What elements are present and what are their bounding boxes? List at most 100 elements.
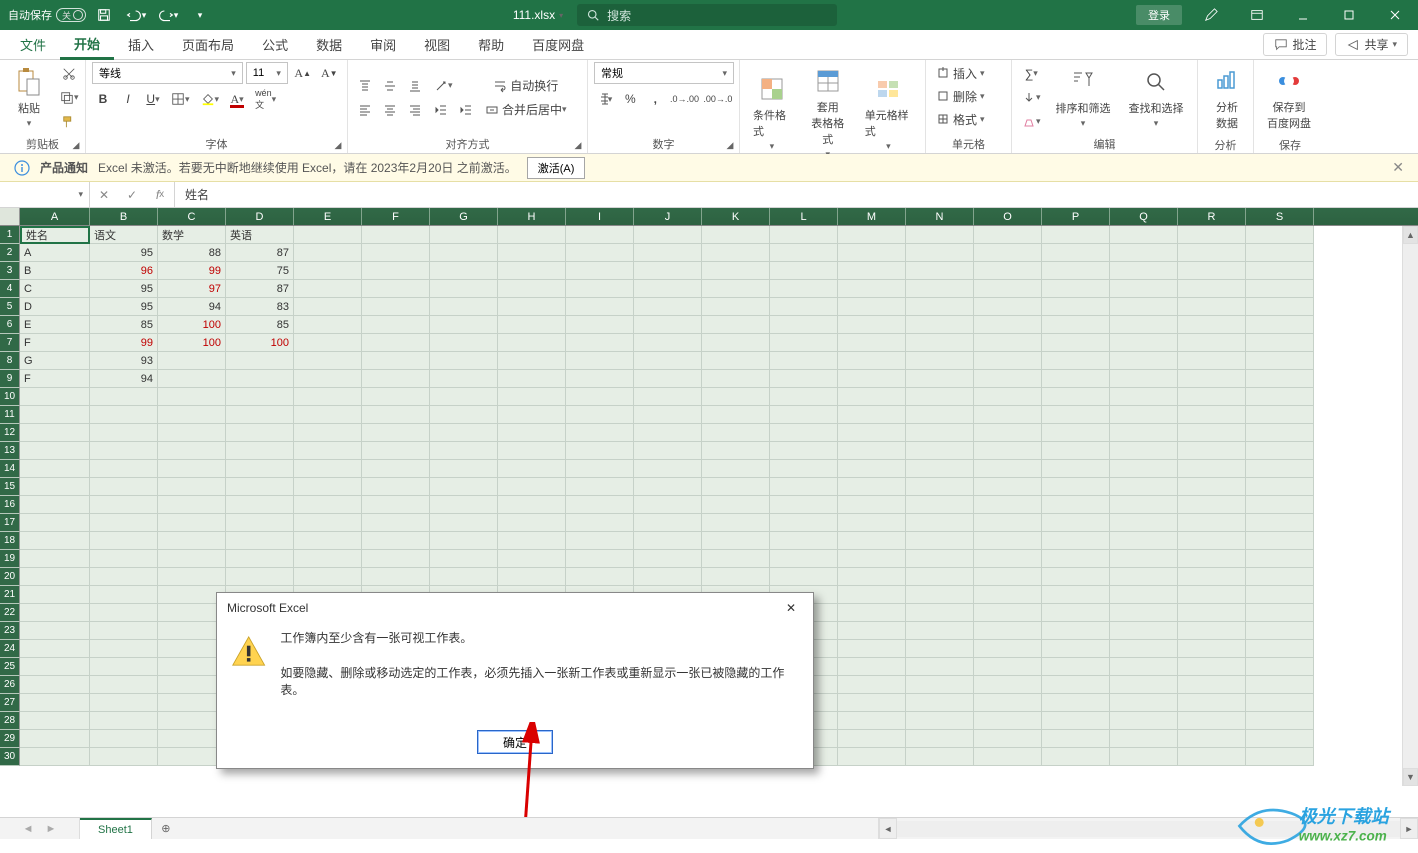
cell[interactable] — [498, 280, 566, 298]
cell[interactable] — [294, 262, 362, 280]
cell[interactable] — [974, 334, 1042, 352]
cell[interactable] — [634, 550, 702, 568]
cell[interactable] — [226, 388, 294, 406]
cell[interactable] — [634, 478, 702, 496]
col-header[interactable]: R — [1178, 208, 1246, 225]
cell[interactable] — [362, 370, 430, 388]
cell[interactable] — [158, 460, 226, 478]
cell[interactable] — [1246, 532, 1314, 550]
ribbon-options-icon[interactable] — [1234, 0, 1280, 30]
save-icon[interactable] — [90, 1, 118, 29]
cell[interactable] — [362, 226, 430, 244]
cell[interactable] — [1042, 478, 1110, 496]
cell[interactable] — [1042, 712, 1110, 730]
cell[interactable] — [1110, 622, 1178, 640]
cell[interactable] — [1042, 586, 1110, 604]
cell[interactable] — [634, 460, 702, 478]
cell[interactable] — [974, 604, 1042, 622]
cell[interactable] — [158, 352, 226, 370]
cell[interactable] — [20, 568, 90, 586]
cell[interactable] — [90, 658, 158, 676]
cell[interactable] — [158, 550, 226, 568]
cell[interactable] — [362, 244, 430, 262]
cell[interactable] — [1178, 298, 1246, 316]
cell[interactable] — [702, 442, 770, 460]
cell[interactable] — [1246, 586, 1314, 604]
cell[interactable] — [770, 226, 838, 244]
cell[interactable] — [1178, 370, 1246, 388]
cell[interactable] — [1042, 298, 1110, 316]
alignment-launcher[interactable]: ◢ — [571, 138, 585, 152]
cell[interactable] — [430, 334, 498, 352]
cell[interactable] — [1178, 316, 1246, 334]
cell[interactable] — [1178, 334, 1246, 352]
cell[interactable]: 83 — [226, 298, 294, 316]
cell[interactable] — [1110, 478, 1178, 496]
cell[interactable] — [20, 658, 90, 676]
cell[interactable]: 88 — [158, 244, 226, 262]
cell[interactable] — [702, 262, 770, 280]
cell[interactable] — [362, 478, 430, 496]
redo-icon[interactable]: ▾ — [154, 1, 182, 29]
cell[interactable] — [906, 568, 974, 586]
cell[interactable] — [226, 496, 294, 514]
cell[interactable] — [362, 262, 430, 280]
cell[interactable] — [1178, 478, 1246, 496]
cell[interactable] — [838, 442, 906, 460]
cell[interactable] — [838, 550, 906, 568]
cell[interactable] — [770, 460, 838, 478]
cell[interactable] — [566, 370, 634, 388]
col-header[interactable]: D — [226, 208, 294, 225]
cell[interactable] — [362, 550, 430, 568]
cell[interactable] — [1246, 676, 1314, 694]
cell[interactable] — [906, 280, 974, 298]
cell[interactable] — [838, 316, 906, 334]
cell[interactable] — [770, 496, 838, 514]
format-painter-icon[interactable] — [56, 111, 83, 133]
cell[interactable] — [1110, 388, 1178, 406]
decrease-decimal-icon[interactable]: .00→.0 — [703, 88, 733, 110]
align-center-icon[interactable] — [379, 99, 401, 121]
cell[interactable]: 94 — [90, 370, 158, 388]
wrap-text-button[interactable]: 自动换行 — [481, 75, 571, 97]
cell[interactable] — [1110, 496, 1178, 514]
cell[interactable] — [498, 460, 566, 478]
row-header[interactable]: 3 — [0, 262, 20, 280]
cell[interactable] — [906, 694, 974, 712]
cell[interactable] — [20, 676, 90, 694]
minimize-icon[interactable] — [1280, 0, 1326, 30]
cell[interactable] — [1178, 712, 1246, 730]
cell[interactable] — [634, 370, 702, 388]
cell-styles-button[interactable]: 单元格样式▾ — [858, 70, 919, 155]
cell[interactable] — [838, 478, 906, 496]
col-header[interactable]: C — [158, 208, 226, 225]
find-select-button[interactable]: 查找和选择▾ — [1122, 63, 1191, 132]
cell[interactable] — [90, 442, 158, 460]
cell[interactable] — [702, 370, 770, 388]
cell[interactable] — [770, 568, 838, 586]
col-header[interactable]: O — [974, 208, 1042, 225]
cell[interactable] — [294, 532, 362, 550]
row-header[interactable]: 24 — [0, 640, 20, 658]
col-header[interactable]: Q — [1110, 208, 1178, 225]
cell[interactable]: 100 — [226, 334, 294, 352]
cell[interactable] — [1042, 406, 1110, 424]
row-header[interactable]: 7 — [0, 334, 20, 352]
row-header[interactable]: 26 — [0, 676, 20, 694]
cell[interactable] — [362, 424, 430, 442]
cell[interactable] — [294, 460, 362, 478]
cell[interactable] — [1246, 730, 1314, 748]
cell[interactable] — [906, 640, 974, 658]
cell[interactable] — [702, 496, 770, 514]
cell[interactable] — [974, 622, 1042, 640]
cell[interactable] — [20, 748, 90, 766]
cell[interactable] — [838, 388, 906, 406]
cell[interactable] — [702, 424, 770, 442]
row-header[interactable]: 28 — [0, 712, 20, 730]
confirm-edit-icon[interactable]: ✓ — [118, 182, 146, 207]
cell[interactable]: 数学 — [158, 226, 226, 244]
cell[interactable] — [20, 586, 90, 604]
cell[interactable] — [226, 370, 294, 388]
cell[interactable] — [294, 352, 362, 370]
col-header[interactable]: E — [294, 208, 362, 225]
